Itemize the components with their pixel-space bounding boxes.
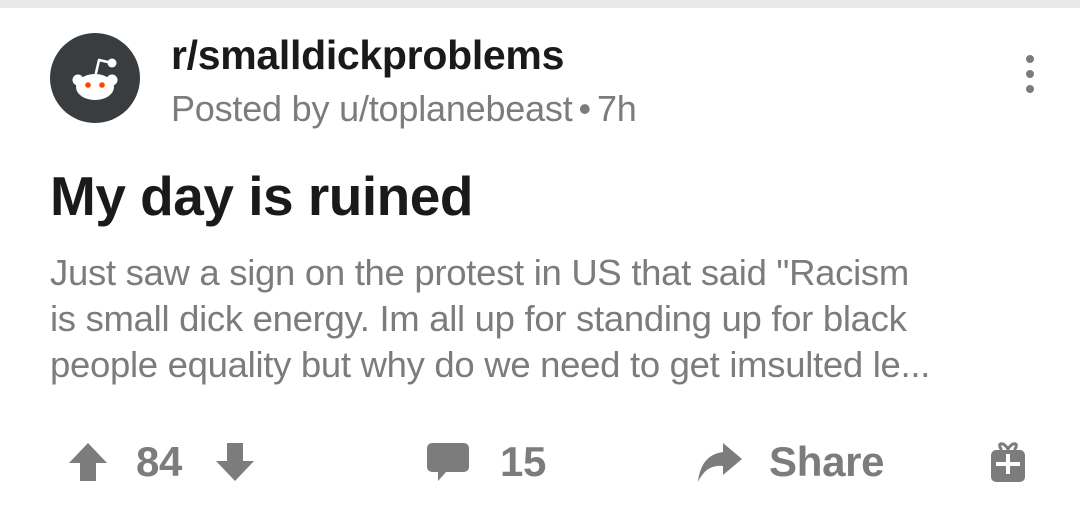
- score-count: 84: [136, 438, 183, 485]
- body-line: Just saw a sign on the protest in US tha…: [50, 252, 909, 293]
- more-options-button[interactable]: [1010, 52, 1050, 96]
- comment-bubble-icon: [427, 443, 469, 481]
- share-button[interactable]: Share: [695, 430, 885, 494]
- comments-button[interactable]: 15: [424, 430, 546, 494]
- upvote-arrow-icon: [69, 443, 107, 481]
- downvote-arrow-icon: [216, 443, 254, 481]
- downvote-button[interactable]: [213, 430, 257, 494]
- share-arrow-icon: [698, 443, 742, 482]
- gift-award-icon: [991, 442, 1025, 482]
- post-meta: Posted by u/toplanebeast • 7h: [171, 88, 637, 130]
- top-divider: [0, 0, 1080, 8]
- reddit-snoo-icon: [72, 58, 118, 100]
- body-line: people equality but why do we need to ge…: [50, 344, 931, 385]
- upvote-button[interactable]: [66, 430, 110, 494]
- subreddit-avatar[interactable]: [50, 33, 140, 123]
- award-button[interactable]: [986, 430, 1030, 494]
- post-action-bar: 84 15 Share: [0, 430, 1080, 494]
- body-line: is small dick energy. Im all up for stan…: [50, 298, 907, 339]
- post-title[interactable]: My day is ruined: [50, 164, 473, 228]
- meta-separator: •: [578, 88, 592, 129]
- comments-count: 15: [500, 438, 547, 485]
- vote-score: 84: [136, 430, 182, 494]
- share-label: Share: [769, 438, 885, 485]
- more-vertical-icon: [1026, 55, 1034, 93]
- post-body[interactable]: Just saw a sign on the protest in US tha…: [50, 250, 1050, 388]
- subreddit-name[interactable]: r/smalldickproblems: [171, 32, 564, 79]
- post-age: 7h: [596, 88, 637, 129]
- author-link[interactable]: u/toplanebeast: [339, 88, 573, 129]
- posted-by-label: Posted by: [171, 88, 330, 129]
